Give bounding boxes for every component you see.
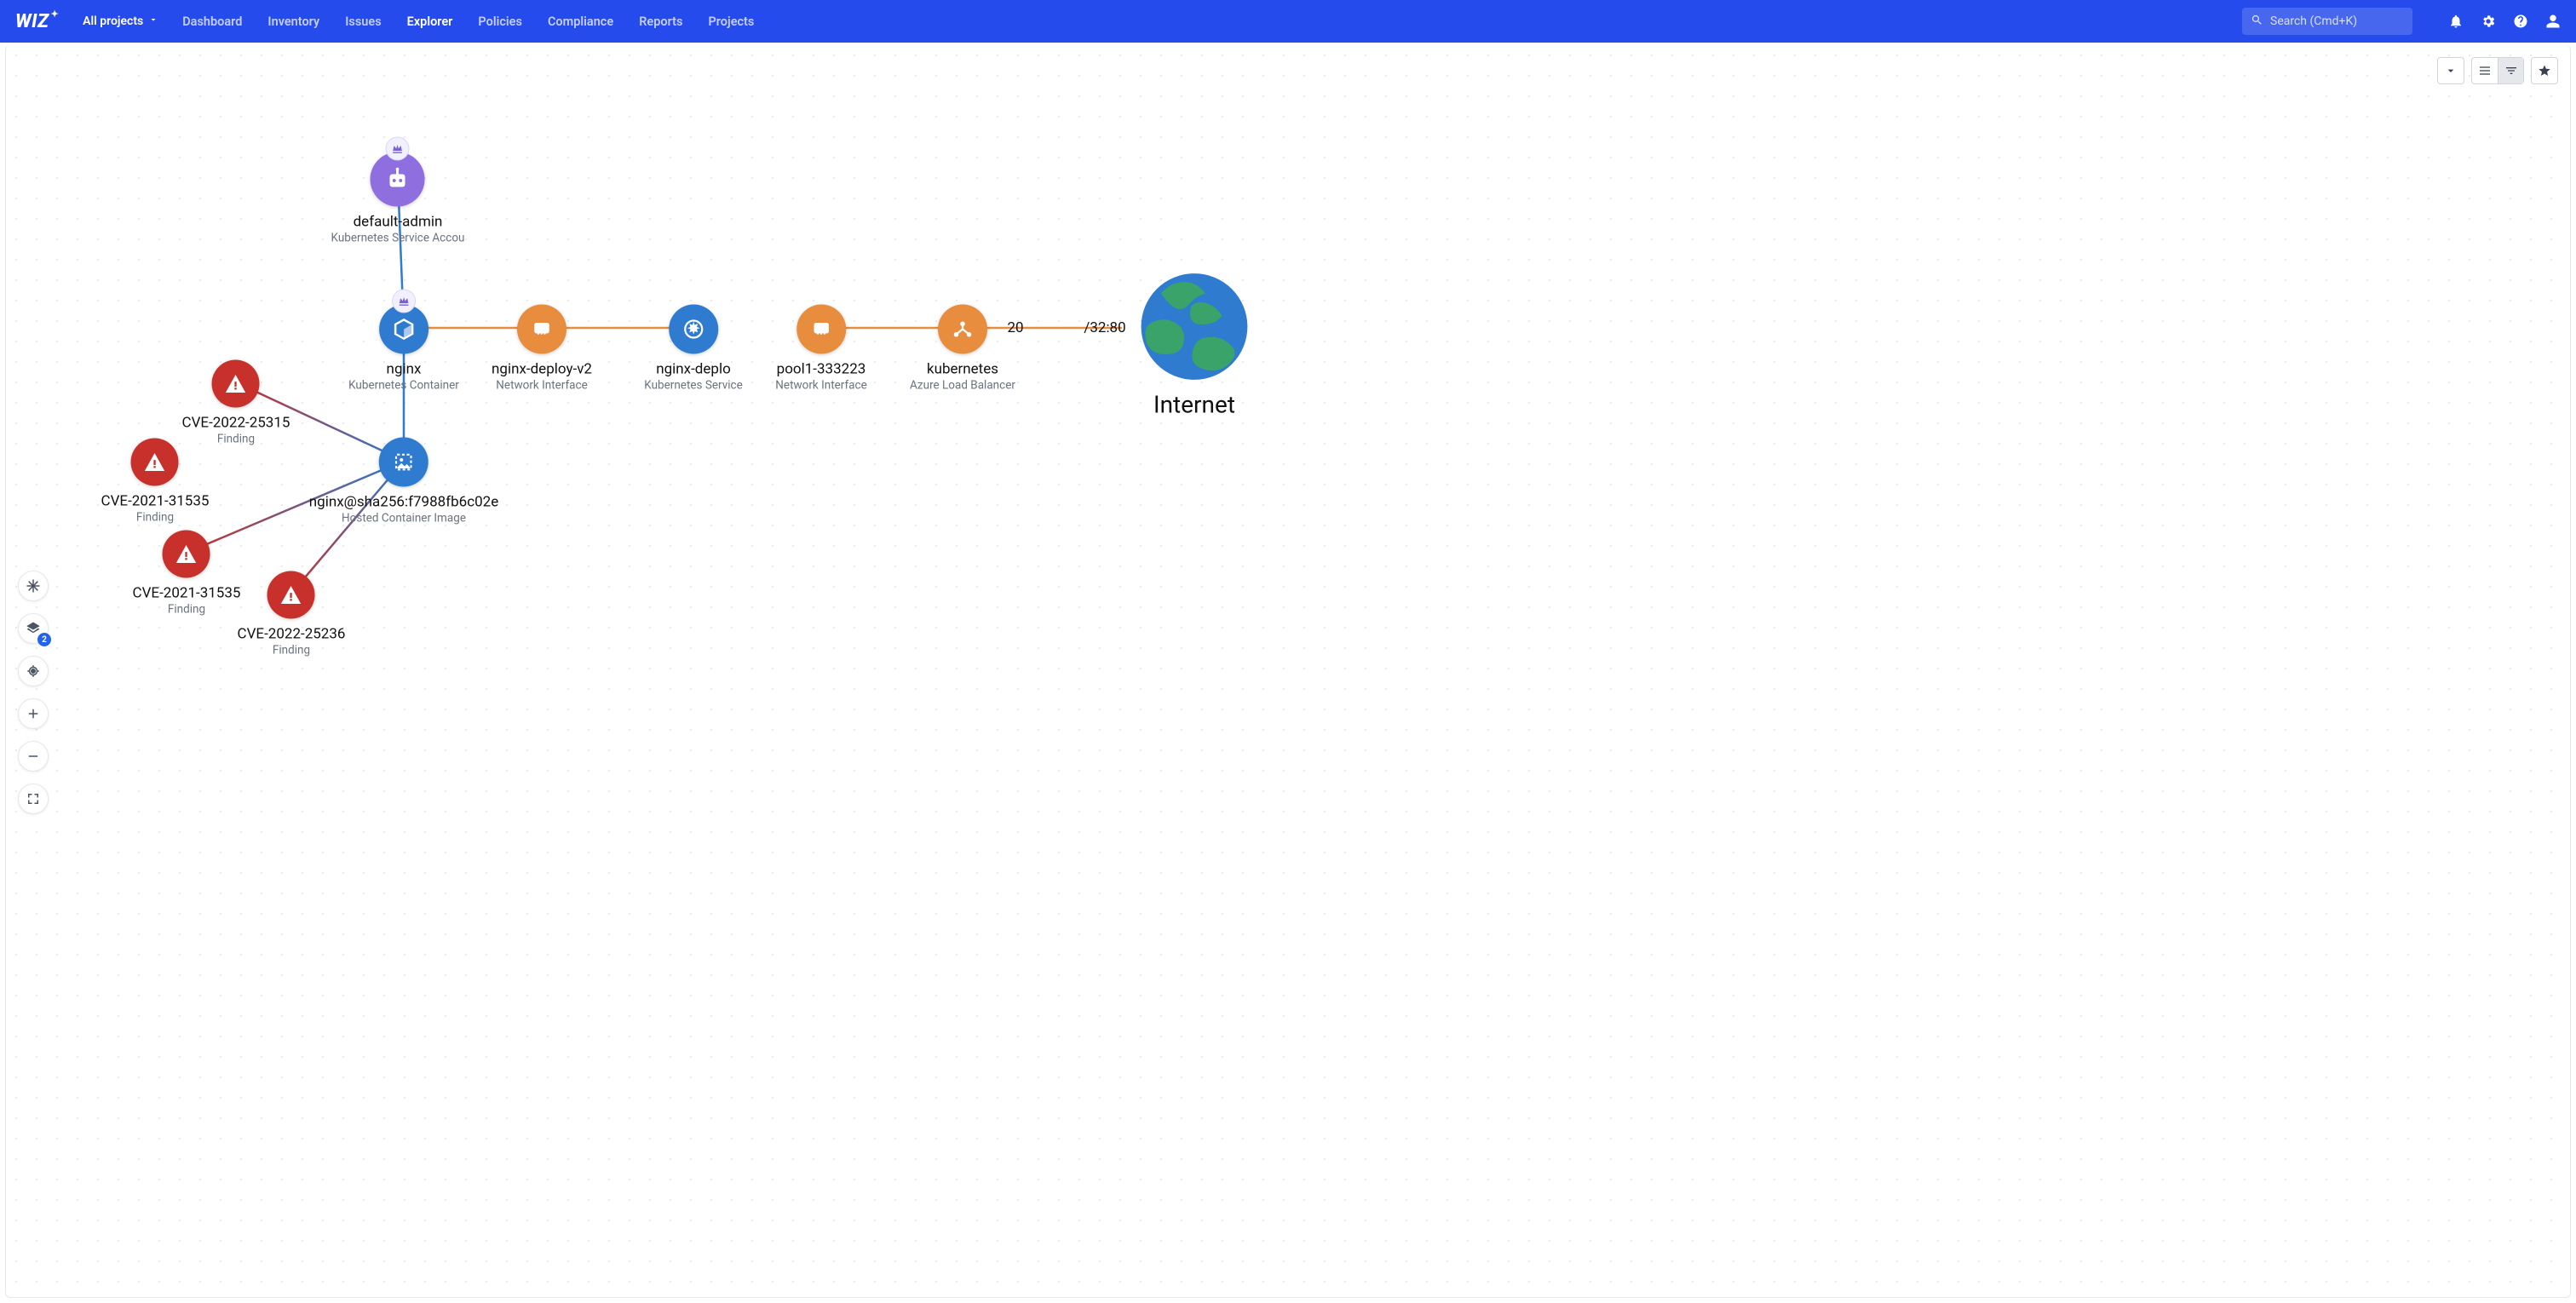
nic-icon xyxy=(517,305,566,354)
node-cve-a[interactable]: CVE-2022-25315Finding xyxy=(182,360,290,446)
node-nginx-container[interactable]: nginxKubernetes Container xyxy=(348,305,459,393)
node-title: CVE-2022-25236 xyxy=(238,626,346,643)
crown-icon xyxy=(392,290,416,313)
warn-icon xyxy=(212,360,260,408)
node-title: CVE-2021-31535 xyxy=(133,585,241,602)
cube-icon xyxy=(379,305,428,354)
nav-link-reports[interactable]: Reports xyxy=(639,14,682,29)
user-icon[interactable] xyxy=(2545,14,2561,29)
brand-logo: WIZ ✦ xyxy=(15,11,59,32)
node-title: nginx-deploy-v2 xyxy=(492,361,592,378)
node-subtitle: Network Interface xyxy=(775,379,866,393)
node-title: CVE-2021-31535 xyxy=(101,493,210,510)
node-title: CVE-2022-25315 xyxy=(182,415,290,432)
nav-link-explorer[interactable]: Explorer xyxy=(407,14,453,29)
node-subtitle: Azure Load Balancer xyxy=(910,379,1015,393)
node-cve-b[interactable]: CVE-2021-31535Finding xyxy=(101,439,210,525)
node-title: nginx@sha256:f7988fb6c02e xyxy=(309,494,498,511)
image-icon xyxy=(379,438,428,487)
top-nav: WIZ ✦ All projects Dashboard Inventory Iss… xyxy=(0,0,2576,43)
node-subtitle: Finding xyxy=(136,511,174,525)
nav-link-dashboard[interactable]: Dashboard xyxy=(182,14,242,29)
internet-label: Internet xyxy=(1139,391,1250,419)
node-title: nginx-deplo xyxy=(656,361,731,378)
node-title: kubernetes xyxy=(927,361,998,378)
k8s-icon xyxy=(669,305,718,354)
robot-icon xyxy=(371,152,425,207)
warn-icon xyxy=(267,571,315,619)
lb-icon xyxy=(938,305,987,354)
warn-icon xyxy=(163,531,210,578)
node-nginx-deplo-svc[interactable]: nginx-deploKubernetes Service xyxy=(644,305,743,393)
nav-link-projects[interactable]: Projects xyxy=(708,14,754,29)
node-nginx-image[interactable]: nginx@sha256:f7988fb6c02eHosted Containe… xyxy=(309,438,498,525)
nav-link-policies[interactable]: Policies xyxy=(478,14,522,29)
brand-text: WIZ xyxy=(15,11,49,32)
brand-plus-icon: ✦ xyxy=(50,9,59,20)
node-cve-d[interactable]: CVE-2022-25236Finding xyxy=(238,571,346,657)
nic-icon xyxy=(796,305,846,354)
node-nginx-deploy-v2[interactable]: nginx-deploy-v2Network Interface xyxy=(492,305,592,393)
search-placeholder: Search (Cmd+K) xyxy=(2270,14,2357,28)
node-subtitle: Finding xyxy=(217,433,255,446)
bell-icon[interactable] xyxy=(2448,14,2464,29)
projects-switcher[interactable]: All projects xyxy=(83,14,158,28)
graph-canvas[interactable]: 2 Internet 20 /32:80 xyxy=(5,45,2571,1298)
chevron-down-icon xyxy=(148,14,158,28)
node-kubernetes-lb[interactable]: kubernetesAzure Load Balancer xyxy=(910,305,1015,393)
node-internet[interactable]: Internet xyxy=(1139,272,1250,419)
node-subtitle: Finding xyxy=(273,644,310,657)
search-icon xyxy=(2251,14,2263,30)
port-label-3280: /32:80 xyxy=(1084,319,1125,336)
node-title: default-admin xyxy=(354,214,443,231)
help-icon[interactable] xyxy=(2513,14,2528,29)
graph: Internet 20 /32:80 default-adminKubernet… xyxy=(6,45,2570,1297)
projects-switcher-label: All projects xyxy=(83,14,143,28)
crown-icon xyxy=(386,137,410,161)
node-subtitle: Finding xyxy=(168,603,205,617)
warn-icon xyxy=(131,439,179,486)
nav-links: Dashboard Inventory Issues Explorer Policies… xyxy=(182,14,754,29)
nav-link-issues[interactable]: Issues xyxy=(345,14,381,29)
gear-icon[interactable] xyxy=(2481,14,2496,29)
node-pool1[interactable]: pool1-333223Network Interface xyxy=(775,305,866,393)
nav-link-inventory[interactable]: Inventory xyxy=(267,14,319,29)
nav-link-compliance[interactable]: Compliance xyxy=(548,14,613,29)
node-title: pool1-333223 xyxy=(777,361,866,378)
node-default-admin[interactable]: default-adminKubernetes Service Accou xyxy=(331,152,465,245)
node-subtitle: Kubernetes Service Accou xyxy=(331,232,465,245)
node-cve-c[interactable]: CVE-2021-31535Finding xyxy=(133,531,241,617)
node-subtitle: Kubernetes Service xyxy=(644,379,743,393)
top-right-icons xyxy=(2448,14,2561,29)
node-title: nginx xyxy=(387,361,422,378)
node-subtitle: Kubernetes Container xyxy=(348,379,459,393)
global-search[interactable]: Search (Cmd+K) xyxy=(2242,8,2412,35)
node-subtitle: Network Interface xyxy=(496,379,587,393)
globe-icon xyxy=(1139,272,1250,382)
node-subtitle: Hosted Container Image xyxy=(342,512,466,525)
